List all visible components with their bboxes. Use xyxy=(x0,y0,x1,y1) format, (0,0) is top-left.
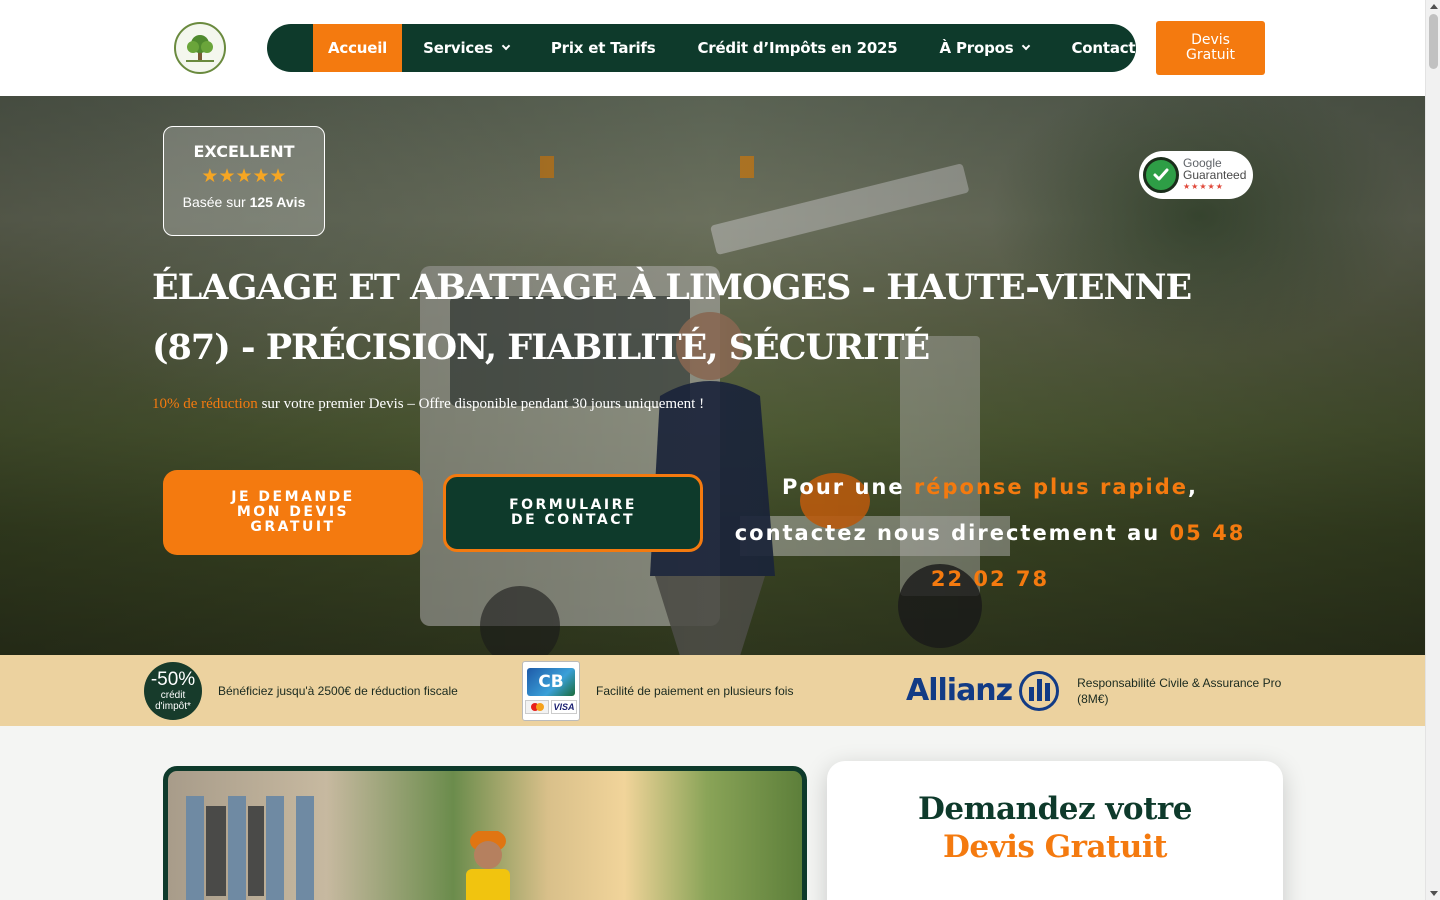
nav-label: Crédit d’Impôts en 2025 xyxy=(697,39,898,57)
rating-count: 125 Avis xyxy=(249,194,306,210)
devis-gratuit-label: Devis Gratuit xyxy=(1186,32,1235,63)
guarantee-stars: ★★★★★ xyxy=(1183,182,1224,191)
allianz-eagle-icon xyxy=(1019,670,1060,711)
nav-label: Contact xyxy=(1071,39,1136,57)
mastercard-icon xyxy=(525,699,549,714)
rating-based-on: Basée sur 125 Avis xyxy=(164,194,324,210)
guarantee-text: Google Guaranteed ★★★★★ xyxy=(1183,157,1246,193)
badge-percent: -50% xyxy=(150,668,196,690)
badge-line2: d'impôt* xyxy=(155,700,191,712)
rating-badge[interactable]: EXCELLENT ★★★★★ Basée sur 125 Avis xyxy=(163,126,325,236)
scroll-thumb[interactable] xyxy=(1429,14,1438,69)
building-illustration xyxy=(186,796,314,900)
nav-label: Services xyxy=(423,39,493,57)
page-title: ÉLAGAGE ET ABATTAGE À LIMOGES - HAUTE-VI… xyxy=(152,267,1192,368)
nav-item-accueil[interactable]: Accueil xyxy=(313,24,403,72)
scroll-up-icon[interactable] xyxy=(1430,4,1438,9)
site-header: Accueil Services Prix et Tarifs Crédit d… xyxy=(0,0,1425,96)
guarantee-guaranteed: Guaranteed xyxy=(1183,168,1247,182)
trust-text: Facilité de paiement en plusieurs fois xyxy=(596,683,794,698)
logo-tree-icon[interactable] xyxy=(174,22,226,74)
page-scrollbar[interactable] xyxy=(1425,0,1440,900)
content-section: Demandez votre Devis Gratuit xyxy=(0,726,1425,900)
trust-text: Bénéficiez jusqu'à 2500€ de réduction fi… xyxy=(218,683,458,698)
trust-item-tax-credit: -50% crédit d'impôt* Bénéficiez jusqu'à … xyxy=(144,655,458,726)
trust-item-insurance: Allianz Responsabilité Civile & Assuranc… xyxy=(906,655,1287,726)
allianz-wordmark: Allianz xyxy=(906,673,1013,708)
allianz-logo: Allianz xyxy=(906,670,1060,711)
nav-label: Prix et Tarifs xyxy=(550,39,656,57)
main-nav: Accueil Services Prix et Tarifs Crédit d… xyxy=(267,24,1136,72)
rating-based-prefix: Basée sur xyxy=(182,194,246,210)
contact-text-1: Pour une xyxy=(782,475,914,499)
quote-card-title: Demandez votre xyxy=(918,791,1192,827)
trust-strip: -50% crédit d'impôt* Bénéficiez jusqu'à … xyxy=(0,655,1425,726)
contact-form-button[interactable]: FORMULAIRE DE CONTACT xyxy=(443,474,703,552)
subtitle-text: sur votre premier Devis – Offre disponib… xyxy=(257,396,705,412)
nav-label: Accueil xyxy=(328,39,388,57)
checkmark-icon xyxy=(1143,157,1179,193)
google-guaranteed-badge[interactable]: Google Guaranteed ★★★★★ xyxy=(1139,151,1253,199)
nav-label: À Propos xyxy=(939,39,1014,57)
quote-request-card: Demandez votre Devis Gratuit xyxy=(827,761,1283,900)
trust-item-payment: CB VISA Facilité de paiement en plusieur… xyxy=(522,655,793,726)
payment-cards-icon: CB VISA xyxy=(522,660,580,721)
nav-item-credit-impots[interactable]: Crédit d’Impôts en 2025 xyxy=(676,24,918,72)
badge-line1: crédit xyxy=(160,689,186,701)
quote-card-subtitle: Devis Gratuit xyxy=(943,829,1168,865)
tax-credit-badge-icon: -50% crédit d'impôt* xyxy=(144,661,202,720)
contact-prompt: Pour une réponse plus rapide, contactez … xyxy=(725,464,1255,602)
scroll-down-icon[interactable] xyxy=(1430,891,1438,896)
request-quote-label: JE DEMANDE MON DEVIS GRATUIT xyxy=(231,489,355,535)
nav-item-services[interactable]: Services xyxy=(402,24,530,72)
cb-logo: CB xyxy=(527,667,575,696)
request-quote-button[interactable]: JE DEMANDE MON DEVIS GRATUIT xyxy=(163,470,423,555)
worker-illustration xyxy=(466,831,510,900)
visa-icon: VISA xyxy=(551,699,577,714)
hero-subtitle: 10% de réduction sur votre premier Devis… xyxy=(152,396,704,413)
nav-item-contact[interactable]: Contact xyxy=(1050,24,1156,72)
hero-section: EXCELLENT ★★★★★ Basée sur 125 Avis Googl… xyxy=(0,96,1425,655)
chevron-down-icon xyxy=(501,41,511,51)
chevron-down-icon xyxy=(1022,41,1031,51)
star-icons: ★★★★★ xyxy=(201,166,287,187)
arborist-photo xyxy=(163,766,807,900)
devis-gratuit-button[interactable]: Devis Gratuit xyxy=(1156,21,1265,75)
discount-highlight: 10% de réduction xyxy=(152,396,258,412)
contact-form-label: FORMULAIRE DE CONTACT xyxy=(509,497,637,528)
nav-item-a-propos[interactable]: À Propos xyxy=(919,24,1051,72)
rating-label: EXCELLENT xyxy=(193,142,295,161)
contact-highlight: réponse plus rapide xyxy=(913,475,1188,499)
trust-text: Responsabilité Civile & Assurance Pro (8… xyxy=(1077,675,1282,706)
nav-item-prix-tarifs[interactable]: Prix et Tarifs xyxy=(530,24,677,72)
